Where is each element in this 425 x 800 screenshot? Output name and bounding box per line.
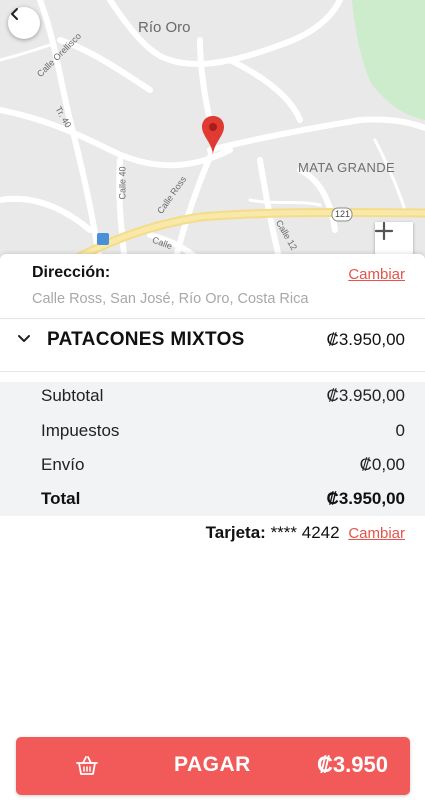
map-label-street: Calle 40 <box>117 166 128 200</box>
price-summary: Subtotal ₡3.950,00 Impuestos 0 Envío ₡0,… <box>0 382 425 516</box>
chevron-down-icon[interactable] <box>17 334 31 344</box>
tax-label: Impuestos <box>41 421 120 440</box>
subtotal-row: Subtotal ₡3.950,00 <box>0 382 425 412</box>
card-label: Tarjeta: <box>205 523 266 542</box>
order-item-row[interactable]: PATACONES MIXTOS ₡3.950,00 <box>0 320 425 370</box>
map-pin-icon <box>202 116 224 156</box>
order-item-price: ₡3.950,00 <box>326 330 405 349</box>
pay-button[interactable]: PAGAR ₡3.950 <box>16 737 410 795</box>
subtotal-value: ₡3.950,00 <box>326 386 405 405</box>
address-title: Dirección: <box>32 264 111 281</box>
shipping-label: Envío <box>41 455 85 474</box>
total-value: ₡3.950,00 <box>326 489 405 508</box>
tax-row: Impuestos 0 <box>0 417 425 447</box>
pay-button-label: PAGAR <box>174 753 251 776</box>
change-card-link[interactable]: Cambiar <box>348 525 405 542</box>
map-view[interactable]: Río Oro MATA GRANDE Calle Orellisco Tr. … <box>0 0 425 262</box>
tax-value: 0 <box>395 421 405 440</box>
total-row: Total ₡3.950,00 <box>0 485 425 515</box>
change-address-link[interactable]: Cambiar <box>348 266 405 283</box>
address-card: Dirección: Cambiar Calle Ross, San José,… <box>0 254 425 318</box>
divider <box>0 318 425 319</box>
order-item-name: PATACONES MIXTOS <box>47 329 245 350</box>
bus-stop-icon <box>97 233 109 245</box>
map-label-district: MATA GRANDE <box>298 160 396 175</box>
shipping-row: Envío ₡0,00 <box>0 451 425 481</box>
map-label-town: Río Oro <box>138 19 191 36</box>
payment-card-line: Tarjeta: **** 4242 Cambiar <box>206 523 405 543</box>
subtotal-label: Subtotal <box>41 386 104 405</box>
shipping-value: ₡0,00 <box>359 455 405 474</box>
pay-button-amount: ₡3.950 <box>317 752 388 777</box>
route-shield-label: 121 <box>335 209 351 219</box>
plus-icon <box>375 222 393 240</box>
total-label: Total <box>41 489 81 508</box>
divider <box>0 371 425 372</box>
back-arrow-icon <box>11 8 18 20</box>
address-value: Calle Ross, San José, Río Oro, Costa Ric… <box>32 291 309 307</box>
card-number: **** 4242 <box>270 523 340 542</box>
basket-icon <box>76 756 98 775</box>
back-button[interactable] <box>8 7 40 39</box>
